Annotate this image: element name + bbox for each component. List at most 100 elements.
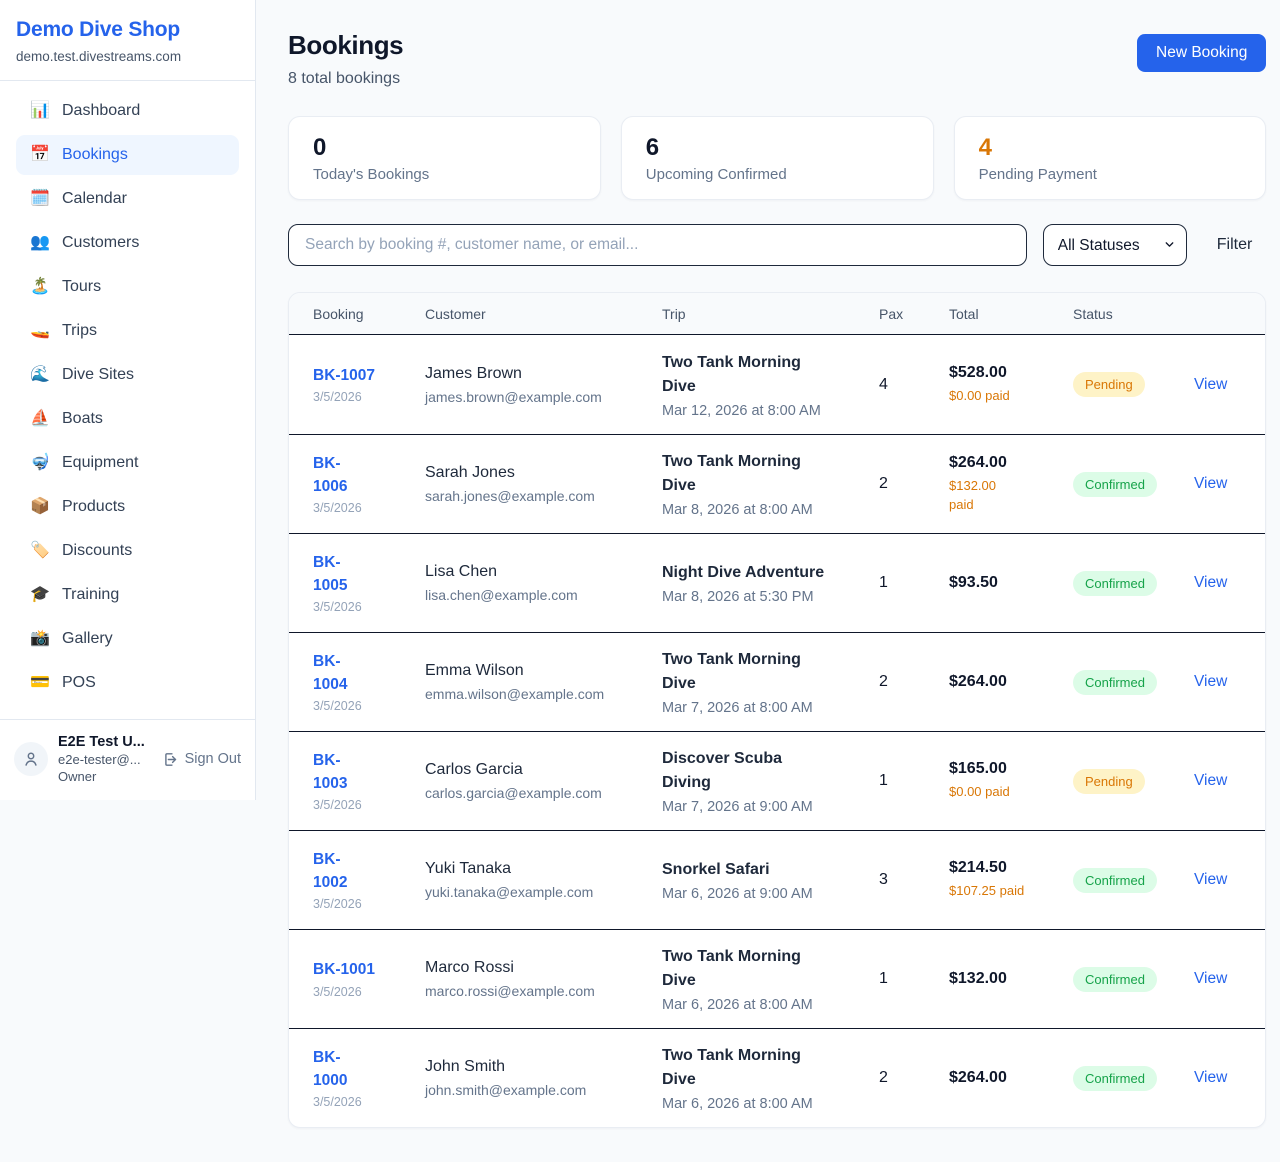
- table-row: BK- 1000 3/5/2026 John Smith john.smith@…: [289, 1028, 1265, 1127]
- view-link[interactable]: View: [1194, 673, 1227, 690]
- sidebar-item-bookings[interactable]: 📅 Bookings: [16, 135, 239, 175]
- search-input[interactable]: [288, 224, 1027, 266]
- trip-name: Two Tank Morning Dive: [662, 351, 865, 399]
- trip-datetime: Mar 7, 2026 at 9:00 AM: [662, 799, 865, 815]
- booking-cell: BK-1001 3/5/2026: [313, 959, 425, 998]
- sidebar-item-gallery[interactable]: 📸 Gallery: [16, 619, 239, 659]
- customer-email: carlos.garcia@example.com: [425, 785, 648, 801]
- booking-cell: BK- 1004 3/5/2026: [313, 651, 425, 713]
- sidebar-item-label: Trips: [62, 322, 97, 340]
- customer-email: yuki.tanaka@example.com: [425, 884, 648, 900]
- trip-cell: Two Tank Morning Dive Mar 6, 2026 at 8:0…: [662, 945, 879, 1013]
- customer-email: james.brown@example.com: [425, 389, 648, 405]
- sidebar-item-trips[interactable]: 🚤 Trips: [16, 311, 239, 351]
- sidebar-item-label: Calendar: [62, 190, 127, 208]
- customer-email: marco.rossi@example.com: [425, 983, 648, 999]
- status-cell: Confirmed: [1073, 670, 1194, 695]
- action-cell: View: [1194, 376, 1241, 394]
- filter-button[interactable]: Filter: [1203, 236, 1267, 254]
- customer-cell: John Smith john.smith@example.com: [425, 1058, 662, 1098]
- sidebar-item-products[interactable]: 📦 Products: [16, 487, 239, 527]
- booking-id-link[interactable]: BK- 1002: [313, 849, 347, 894]
- customer-name: Yuki Tanaka: [425, 860, 648, 878]
- column-header-customer: Customer: [425, 306, 662, 322]
- view-link[interactable]: View: [1194, 772, 1227, 789]
- trip-name: Night Dive Adventure: [662, 561, 865, 585]
- view-link[interactable]: View: [1194, 475, 1227, 492]
- sidebar-item-label: Products: [62, 498, 125, 516]
- status-badge: Confirmed: [1073, 670, 1157, 695]
- trip-cell: Two Tank Morning Dive Mar 8, 2026 at 8:0…: [662, 450, 879, 518]
- booking-id-link[interactable]: BK- 1005: [313, 552, 347, 597]
- sidebar-item-boats[interactable]: ⛵ Boats: [16, 399, 239, 439]
- booking-date: 3/5/2026: [313, 501, 411, 515]
- person-icon: [22, 750, 40, 768]
- user-section: E2E Test U... e2e-tester@... Owner Sign …: [0, 719, 255, 800]
- sidebar-item-training[interactable]: 🎓 Training: [16, 575, 239, 615]
- booking-id-link[interactable]: BK-1001: [313, 959, 375, 981]
- table-row: BK- 1002 3/5/2026 Yuki Tanaka yuki.tanak…: [289, 830, 1265, 929]
- booking-id-link[interactable]: BK- 1000: [313, 1047, 347, 1092]
- trip-name: Discover Scuba Diving: [662, 747, 865, 795]
- sidebar-item-dive-sites[interactable]: 🌊 Dive Sites: [16, 355, 239, 395]
- customer-cell: James Brown james.brown@example.com: [425, 365, 662, 405]
- table-body: BK-1007 3/5/2026 James Brown james.brown…: [289, 335, 1265, 1127]
- sidebar-item-discounts[interactable]: 🏷️ Discounts: [16, 531, 239, 571]
- table-row: BK-1007 3/5/2026 James Brown james.brown…: [289, 335, 1265, 434]
- sidebar: Demo Dive Shop demo.test.divestreams.com…: [0, 0, 256, 800]
- trip-datetime: Mar 6, 2026 at 8:00 AM: [662, 1096, 865, 1112]
- new-booking-button[interactable]: New Booking: [1137, 34, 1266, 72]
- total-cell: $214.50 $107.25 paid: [949, 859, 1073, 901]
- action-cell: View: [1194, 574, 1241, 592]
- status-badge: Confirmed: [1073, 472, 1157, 497]
- graduation-cap-icon: 🎓: [28, 587, 52, 603]
- amount-paid: $107.25 paid: [949, 882, 1059, 901]
- booking-date: 3/5/2026: [313, 699, 411, 713]
- bookings-table: BookingCustomerTripPaxTotalStatus BK-100…: [288, 292, 1266, 1128]
- user-role: Owner: [58, 769, 152, 784]
- status-cell: Confirmed: [1073, 868, 1194, 893]
- trip-datetime: Mar 6, 2026 at 8:00 AM: [662, 997, 865, 1013]
- speedboat-icon: 🚤: [28, 323, 52, 339]
- view-link[interactable]: View: [1194, 970, 1227, 987]
- stat-value: 6: [646, 135, 909, 161]
- sidebar-item-pos[interactable]: 💳 POS: [16, 663, 239, 703]
- booking-id-link[interactable]: BK-1007: [313, 365, 375, 387]
- sidebar-nav: 📊 Dashboard 📅 Bookings 🗓️ Calendar 👥 Cus…: [0, 81, 255, 707]
- total-amount: $264.00: [949, 1069, 1059, 1087]
- brand-domain: demo.test.divestreams.com: [16, 49, 239, 64]
- booking-id-link[interactable]: BK- 1004: [313, 651, 347, 696]
- view-link[interactable]: View: [1194, 574, 1227, 591]
- customer-name: Emma Wilson: [425, 662, 648, 680]
- status-select[interactable]: All Statuses: [1043, 224, 1187, 266]
- page-header: Bookings 8 total bookings New Booking: [288, 30, 1266, 88]
- trip-name: Two Tank Morning Dive: [662, 945, 865, 993]
- sign-out-button[interactable]: Sign Out: [162, 751, 241, 768]
- view-link[interactable]: View: [1194, 1069, 1227, 1086]
- column-header-status: Status: [1073, 306, 1194, 322]
- sidebar-item-calendar[interactable]: 🗓️ Calendar: [16, 179, 239, 219]
- trip-cell: Two Tank Morning Dive Mar 6, 2026 at 8:0…: [662, 1044, 879, 1112]
- sidebar-item-tours[interactable]: 🏝️ Tours: [16, 267, 239, 307]
- view-link[interactable]: View: [1194, 871, 1227, 888]
- customer-name: John Smith: [425, 1058, 648, 1076]
- sidebar-item-customers[interactable]: 👥 Customers: [16, 223, 239, 263]
- action-cell: View: [1194, 772, 1241, 790]
- column-header-pax: Pax: [879, 306, 949, 322]
- action-cell: View: [1194, 1069, 1241, 1087]
- sidebar-item-equipment[interactable]: 🤿 Equipment: [16, 443, 239, 483]
- customer-cell: Carlos Garcia carlos.garcia@example.com: [425, 761, 662, 801]
- page-title: Bookings: [288, 30, 403, 61]
- booking-id-link[interactable]: BK- 1006: [313, 453, 347, 498]
- sidebar-item-dashboard[interactable]: 📊 Dashboard: [16, 91, 239, 131]
- sidebar-item-label: Training: [62, 586, 119, 604]
- trip-datetime: Mar 8, 2026 at 8:00 AM: [662, 502, 865, 518]
- booking-id-link[interactable]: BK- 1003: [313, 750, 347, 795]
- booking-cell: BK-1007 3/5/2026: [313, 365, 425, 404]
- status-cell: Confirmed: [1073, 967, 1194, 992]
- view-link[interactable]: View: [1194, 376, 1227, 393]
- customer-name: Carlos Garcia: [425, 761, 648, 779]
- page-subtitle: 8 total bookings: [288, 70, 403, 88]
- customer-cell: Sarah Jones sarah.jones@example.com: [425, 464, 662, 504]
- sidebar-item-label: Customers: [62, 234, 139, 252]
